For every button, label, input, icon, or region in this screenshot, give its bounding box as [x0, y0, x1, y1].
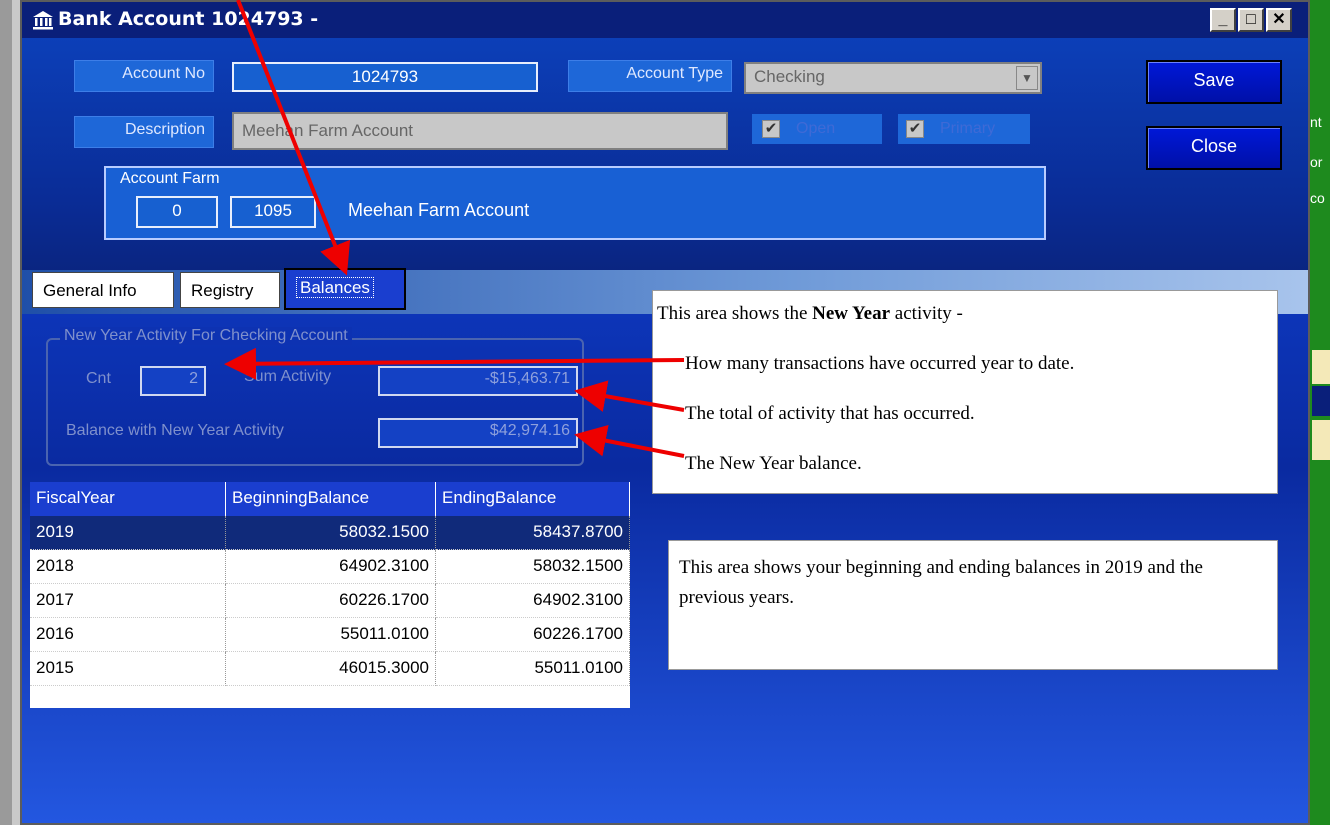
- save-button[interactable]: Save: [1146, 60, 1282, 104]
- maximize-button[interactable]: □: [1238, 8, 1264, 32]
- cell-beginningbalance: 64902.3100: [226, 550, 436, 584]
- callout-heading-prefix: This area shows the: [657, 303, 813, 324]
- sum-activity-field[interactable]: -$15,463.71: [378, 366, 578, 396]
- adjacent-panel-1: [1312, 350, 1330, 384]
- cell-endingbalance: 58437.8700: [436, 516, 630, 550]
- description-field[interactable]: Meehan Farm Account: [232, 112, 728, 150]
- balances-callout: This area shows your beginning and endin…: [668, 540, 1278, 670]
- table-row[interactable]: 2019 58032.1500 58437.8700: [30, 516, 630, 550]
- callout-heading-suffix: activity -: [890, 303, 963, 324]
- balance-new-year-label: Balance with New Year Activity: [66, 422, 284, 439]
- cell-beginningbalance: 58032.1500: [226, 516, 436, 550]
- account-farm-legend: Account Farm: [116, 170, 224, 188]
- column-header-endingbalance[interactable]: EndingBalance: [436, 482, 630, 516]
- desktop-frame-inner: [12, 0, 20, 825]
- primary-label: Primary: [940, 120, 996, 137]
- cell-fiscalyear: 2016: [30, 618, 226, 652]
- close-button[interactable]: Close: [1146, 126, 1282, 170]
- farm-code-field[interactable]: 1095: [230, 196, 316, 228]
- cell-endingbalance: 55011.0100: [436, 652, 630, 686]
- desktop-frame: [0, 0, 12, 825]
- cell-fiscalyear: 2019: [30, 516, 226, 550]
- farm-id-field[interactable]: 0: [136, 196, 218, 228]
- cnt-field[interactable]: 2: [140, 366, 206, 396]
- close-window-button[interactable]: ✕: [1266, 8, 1292, 32]
- open-label: Open: [796, 120, 836, 137]
- primary-checkbox[interactable]: ✔: [906, 120, 924, 138]
- adjacent-panel-2: [1312, 386, 1330, 416]
- cell-fiscalyear: 2017: [30, 584, 226, 618]
- table-row[interactable]: 2017 60226.1700 64902.3100: [30, 584, 630, 618]
- new-year-callout-heading: This area shows the New Year activity -: [657, 303, 963, 325]
- cell-beginningbalance: 55011.0100: [226, 618, 436, 652]
- cell-fiscalyear: 2015: [30, 652, 226, 686]
- callout-balance-text: The New Year balance.: [685, 453, 862, 474]
- account-type-value: Checking: [754, 67, 825, 86]
- adjacent-text-1: nt: [1310, 114, 1322, 130]
- column-header-fiscalyear[interactable]: FiscalYear: [30, 482, 226, 516]
- column-header-beginningbalance[interactable]: BeginningBalance: [226, 482, 436, 516]
- cell-endingbalance: 58032.1500: [436, 550, 630, 584]
- adjacent-text-2: or: [1310, 154, 1323, 170]
- table-row[interactable]: 2018 64902.3100 58032.1500: [30, 550, 630, 584]
- farm-name: Meehan Farm Account: [348, 200, 530, 220]
- chevron-down-icon[interactable]: ▼: [1016, 66, 1038, 90]
- callout-heading-bold: New Year: [812, 303, 891, 324]
- tab-balances[interactable]: Balances: [284, 268, 406, 310]
- window-title: Bank Account 1024793 -: [58, 8, 319, 30]
- account-no-field[interactable]: 1024793: [232, 62, 538, 92]
- tab-general-info[interactable]: General Info: [32, 272, 174, 308]
- table-row[interactable]: 2015 46015.3000 55011.0100: [30, 652, 630, 686]
- cell-endingbalance: 60226.1700: [436, 618, 630, 652]
- callout-sum-text: The total of activity that has occurred.: [685, 403, 975, 424]
- tab-balances-label: Balances: [296, 277, 374, 298]
- callout-cnt-text: How many transactions have occurred year…: [685, 353, 1075, 374]
- table-row[interactable]: 2016 55011.0100 60226.1700: [30, 618, 630, 652]
- balance-new-year-field[interactable]: $42,974.16: [378, 418, 578, 448]
- cell-beginningbalance: 60226.1700: [226, 584, 436, 618]
- adjacent-text-3: co: [1310, 190, 1325, 206]
- bank-icon: [33, 11, 53, 30]
- tab-registry[interactable]: Registry: [180, 272, 280, 308]
- cnt-label: Cnt: [86, 370, 111, 387]
- open-checkbox[interactable]: ✔: [762, 120, 780, 138]
- cell-endingbalance: 64902.3100: [436, 584, 630, 618]
- adjacent-panel-3: [1312, 420, 1330, 460]
- description-label: Description: [74, 116, 214, 148]
- sum-activity-label: Sum Activity: [244, 368, 332, 385]
- account-no-label: Account No: [74, 60, 214, 92]
- minimize-button[interactable]: _: [1210, 8, 1236, 32]
- new-year-callout: This area shows the New Year activity - …: [652, 290, 1278, 494]
- new-year-legend: New Year Activity For Checking Account: [60, 327, 352, 345]
- account-type-label: Account Type: [568, 60, 732, 92]
- cell-beginningbalance: 46015.3000: [226, 652, 436, 686]
- account-type-select[interactable]: Checking: [744, 62, 1042, 94]
- cell-fiscalyear: 2018: [30, 550, 226, 584]
